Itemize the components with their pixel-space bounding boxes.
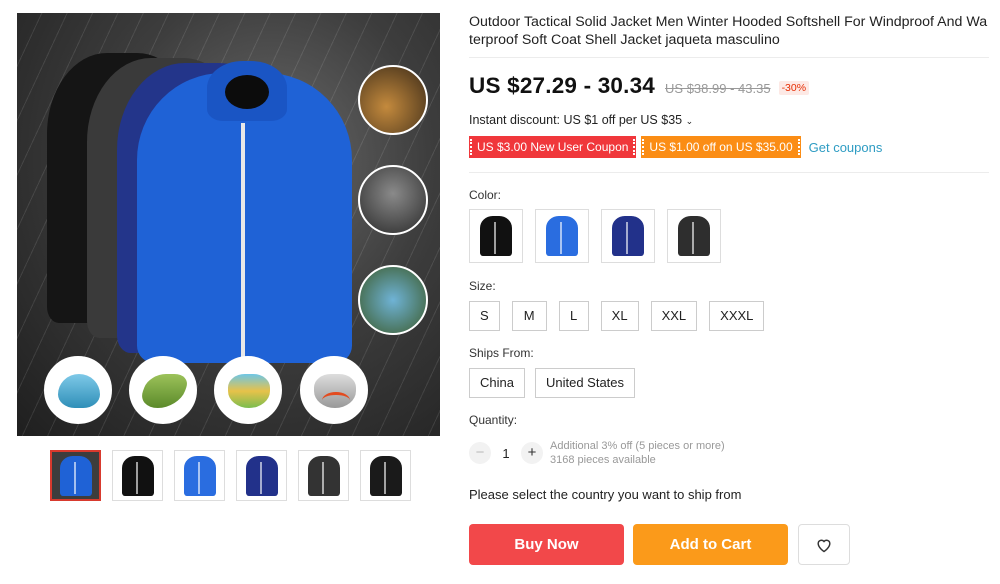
quantity-value[interactable]: 1 [491,446,521,461]
quantity-increase-button[interactable]: + [521,442,543,464]
fishing-photo-circle [358,65,428,135]
size-label: Size: [469,279,496,293]
jacket-zipper [241,123,245,363]
skiing-photo-circle [358,265,428,335]
instant-discount-text: Instant discount: US $1 off per US $35 [469,113,683,127]
thumbnail-1[interactable] [50,450,101,501]
color-option-navy[interactable] [601,209,655,263]
jacket-swatch-icon [612,216,644,256]
color-option-dark-grey[interactable] [667,209,721,263]
buy-now-button[interactable]: Buy Now [469,524,624,565]
size-option-xxxl[interactable]: XXXL [709,301,765,331]
quantity-info: Additional 3% off (5 pieces or more) 316… [550,439,725,467]
discount-badge: -30% [778,81,810,95]
color-option-blue[interactable] [535,209,589,263]
add-to-cart-button[interactable]: Add to Cart [633,524,788,565]
price-row: US $27.29 - 30.34 US $38.99 - 43.35 -30% [469,73,810,99]
color-options [469,209,721,263]
size-option-m[interactable]: M [511,301,547,331]
quantity-decrease-button[interactable]: − [469,442,491,464]
color-label: Color: [469,188,502,202]
chevron-down-icon: ⌄ [685,116,694,126]
original-price: US $38.99 - 43.35 [665,81,771,96]
new-user-coupon[interactable]: US $3.00 New User Coupon [469,136,637,158]
thumb-jacket-icon [369,455,402,496]
shipping-note: Please select the country you want to sh… [469,487,742,502]
thumb-jacket-icon [183,455,216,496]
get-coupons-link[interactable]: Get coupons [809,140,883,155]
thumb-jacket-icon [121,455,154,496]
quantity-label: Quantity: [469,413,518,427]
bulk-discount-text: Additional 3% off (5 pieces or more) [550,440,725,452]
quantity-stepper: − 1 + Additional 3% off (5 pieces or mor… [469,439,725,467]
jacket-blue [137,61,352,363]
breathable-feature-icon [129,356,197,424]
wishlist-button[interactable] [798,524,850,565]
layered-fabric-feature-icon [214,356,282,424]
instant-discount[interactable]: Instant discount: US $1 off per US $35 ⌄ [469,113,693,127]
thumbnail-4[interactable] [236,450,287,501]
size-option-l[interactable]: L [558,301,589,331]
jacket-hood [207,61,287,121]
size-option-xl[interactable]: XL [600,301,639,331]
size-options: S M L XL XXL XXXL [469,301,765,331]
current-price: US $27.29 - 30.34 [469,73,656,98]
jacket-swatch-icon [480,216,512,256]
ships-from-china[interactable]: China [469,368,525,398]
action-buttons: Buy Now Add to Cart [469,524,850,565]
store-coupon[interactable]: US $1.00 off on US $35.00 [641,136,801,158]
heart-icon [817,539,831,552]
coupon-row: US $3.00 New User Coupon US $1.00 off on… [469,136,882,158]
size-option-s[interactable]: S [469,301,500,331]
ships-from-options: China United States [469,368,636,398]
jacket-swatch-icon [546,216,578,256]
size-option-xxl[interactable]: XXL [650,301,698,331]
product-title: Outdoor Tactical Solid Jacket Men Winter… [469,14,988,48]
jacket-swatch-icon [678,216,710,256]
stock-count: 3168 pieces available [550,454,656,466]
thumbnail-6[interactable] [360,450,411,501]
warmth-feature-icon [300,356,368,424]
thumb-jacket-icon [307,455,340,496]
thumbnail-2[interactable] [112,450,163,501]
color-option-black[interactable] [469,209,523,263]
thumbnail-5[interactable] [298,450,349,501]
thumbnail-strip [50,450,411,501]
ships-from-united-states[interactable]: United States [534,368,636,398]
main-product-image[interactable] [17,13,440,436]
divider [469,57,989,58]
ships-from-label: Ships From: [469,346,534,360]
divider [469,172,989,173]
thumb-jacket-icon [59,455,92,496]
thumbnail-3[interactable] [174,450,225,501]
thumb-jacket-icon [245,455,278,496]
climbing-photo-circle [358,165,428,235]
windproof-feature-icon [44,356,112,424]
